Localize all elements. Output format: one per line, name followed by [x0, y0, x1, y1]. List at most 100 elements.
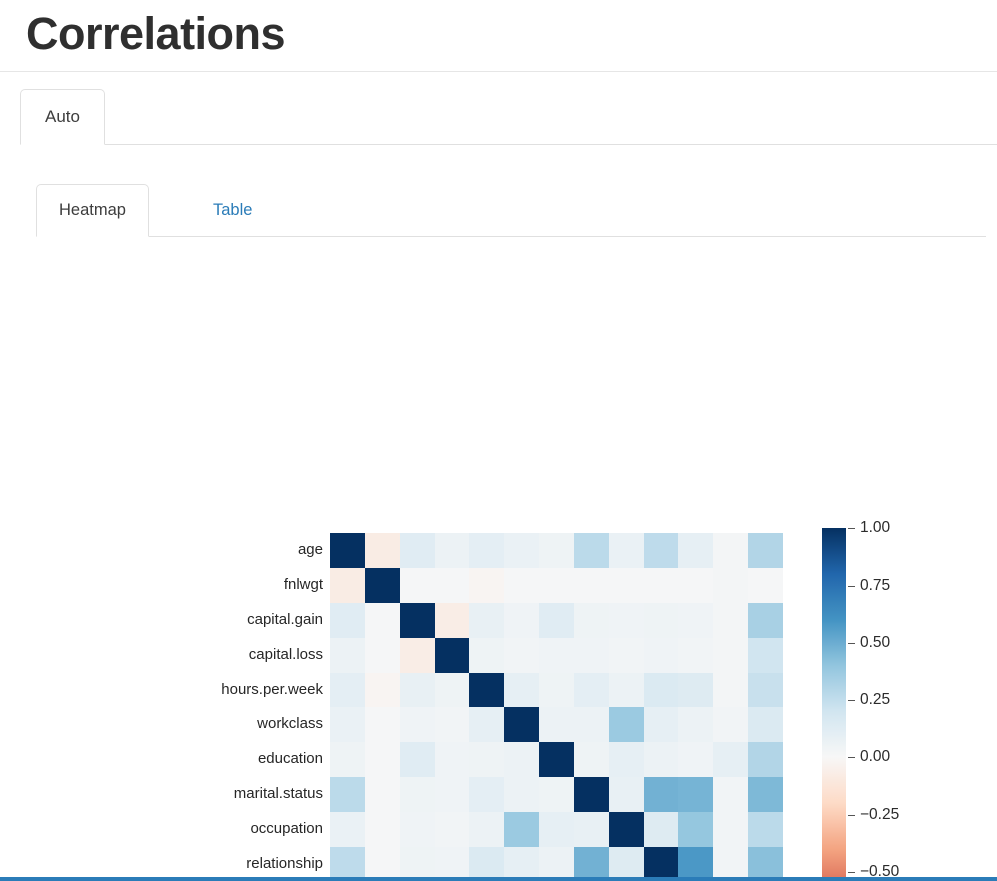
heatmap-cell — [330, 602, 365, 638]
heatmap-cell — [608, 742, 644, 778]
tab-heatmap-label: Heatmap — [59, 201, 126, 220]
heatmap-cell — [678, 672, 714, 708]
heatmap-cell — [434, 742, 470, 778]
heatmap-cell — [469, 533, 505, 569]
heatmap-cell — [399, 672, 435, 708]
heatmap-cell — [713, 777, 749, 813]
heatmap-cell — [608, 672, 644, 708]
footer-accent-bar — [0, 877, 997, 881]
page-header: Correlations — [0, 0, 997, 73]
heatmap-cell — [713, 742, 749, 778]
heatmap-cell — [643, 672, 679, 708]
heatmap-cell — [643, 707, 679, 743]
heatmap-cell — [539, 707, 574, 743]
heatmap-cell — [678, 568, 714, 603]
heatmap-cell — [678, 777, 714, 813]
heatmap-cell — [748, 707, 783, 743]
heatmap-cell — [469, 568, 505, 603]
heatmap-cell — [434, 812, 470, 847]
heatmap-cell — [539, 777, 574, 813]
tab-table[interactable]: Table — [191, 184, 274, 237]
heatmap-cell — [713, 707, 749, 743]
heatmap-cell — [678, 742, 714, 778]
colorbar-tick-label: 0.25 — [860, 691, 891, 708]
heatmap-cell — [539, 846, 574, 881]
heatmap-cell — [364, 533, 400, 569]
heatmap-cell — [713, 672, 749, 708]
heatmap-cell — [573, 777, 609, 813]
heatmap-cell — [539, 533, 574, 569]
heatmap-cell — [434, 777, 470, 813]
heatmap-cell — [573, 846, 609, 881]
heatmap-cell — [399, 812, 435, 847]
heatmap-cell — [399, 568, 435, 603]
heatmap-cell — [539, 637, 574, 673]
heatmap-cell — [330, 637, 365, 673]
heatmap-cell — [330, 533, 365, 569]
heatmap-y-label: hours.per.week — [221, 680, 323, 698]
heatmap-y-label: education — [257, 750, 323, 768]
heatmap-cell — [364, 672, 400, 708]
heatmap-cell — [678, 602, 714, 638]
heatmap-cell — [434, 637, 470, 673]
heatmap-colorbar: 1.000.750.500.250.00−0.25−0.50−0.75−1.00 — [822, 519, 932, 881]
colorbar-tick-label: 1.00 — [860, 519, 891, 537]
heatmap-cell — [643, 846, 679, 881]
heatmap-cell — [504, 602, 540, 638]
heatmap-y-label: capital.gain — [247, 610, 323, 628]
tab-heatmap[interactable]: Heatmap — [36, 184, 149, 238]
tab-auto[interactable]: Auto — [20, 89, 105, 146]
colorbar-tick-label: 0.00 — [860, 748, 891, 766]
tab-table-label: Table — [213, 201, 253, 220]
heatmap-cell — [330, 777, 365, 813]
heatmap-cell — [748, 533, 783, 569]
heatmap-cell — [713, 568, 749, 603]
heatmap-y-label: capital.loss — [248, 645, 323, 663]
heatmap-cell — [330, 742, 365, 778]
heatmap-cell — [608, 602, 644, 638]
heatmap-y-label: occupation — [250, 820, 323, 837]
heatmap-cell — [608, 812, 644, 847]
tab-auto-label: Auto — [45, 107, 80, 127]
heatmap-cell — [643, 568, 679, 603]
heatmap-cell — [608, 637, 644, 673]
heatmap-cell — [469, 777, 505, 813]
heatmap-cell — [364, 777, 400, 813]
heatmap-y-label: marital.status — [233, 785, 323, 803]
heatmap-cell — [469, 672, 505, 708]
heatmap-cell — [573, 742, 609, 778]
heatmap-cell — [748, 812, 783, 847]
heatmap-cell — [608, 846, 644, 881]
heatmap-cell — [748, 672, 783, 708]
heatmap-cell — [573, 568, 609, 603]
heatmap-cell — [364, 846, 400, 881]
colorbar-gradient — [822, 528, 846, 881]
heatmap-cell — [504, 812, 540, 847]
heatmap-cell — [539, 568, 574, 603]
heatmap-cell — [748, 637, 783, 673]
heatmap-cell — [748, 777, 783, 813]
heatmap-cell — [573, 812, 609, 847]
heatmap-cell — [539, 602, 574, 638]
heatmap-cell — [330, 707, 365, 743]
heatmap-cell — [678, 846, 714, 881]
colorbar-tick-label: 0.50 — [860, 633, 891, 651]
heatmap-cell — [678, 707, 714, 743]
heatmap-y-label: fnlwgt — [283, 576, 323, 594]
heatmap-grid — [330, 533, 783, 881]
heatmap-cell — [469, 812, 505, 847]
heatmap-cell — [713, 637, 749, 673]
heatmap-cell — [748, 602, 783, 638]
heatmap-cell — [504, 777, 540, 813]
heatmap-cell — [364, 637, 400, 673]
heatmap-y-axis-labels: age fnlwgt capital.gain capital.loss hours.p… — [185, 533, 323, 881]
heatmap-cell — [504, 742, 540, 778]
heatmap-cell — [469, 846, 505, 881]
heatmap-cell — [399, 533, 435, 569]
heatmap-cell — [678, 812, 714, 847]
heatmap-cell — [330, 812, 365, 847]
heatmap-cell — [434, 672, 470, 708]
heatmap-cell — [713, 846, 749, 881]
heatmap-cell — [713, 812, 749, 847]
heatmap-y-label: workclass — [257, 715, 323, 733]
